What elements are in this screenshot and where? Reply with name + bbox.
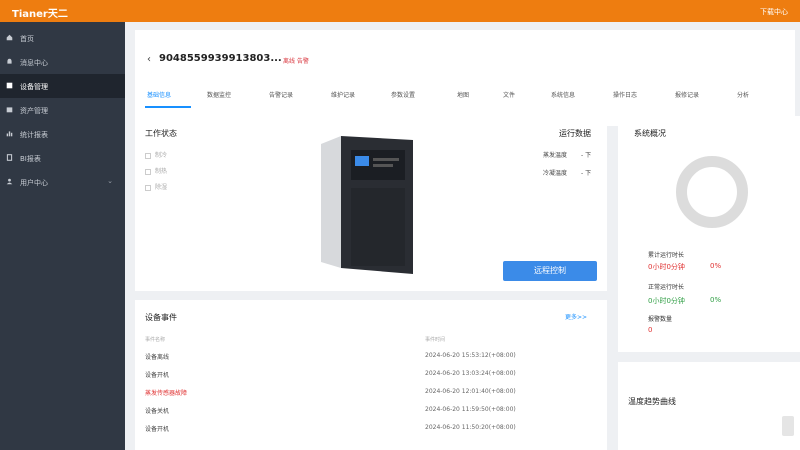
param-value: - 下 <box>581 170 592 177</box>
user-icon <box>6 178 13 185</box>
mode-indicator <box>145 152 151 159</box>
device-events-card: 设备事件 更多>> 事件名称 事件时间 设备离线 2024-06-20 15:5… <box>135 300 607 450</box>
mode-label: 制冷 <box>155 152 168 159</box>
event-time: 2024-06-20 11:50:20(+08:00) <box>425 424 516 431</box>
tab-system-info[interactable]: 系统信息 <box>551 90 575 99</box>
tab-bar: 基础信息 数据监控 告警记录 维护记录 参数设置 地图 文件 系统信息 操作日志… <box>135 84 795 108</box>
events-title: 设备事件 <box>145 313 177 322</box>
sidebar-item-label: 首页 <box>20 35 34 43</box>
param-value: - 下 <box>581 152 592 159</box>
event-name: 设备离线 <box>145 354 170 361</box>
tab-maintenance-records[interactable]: 维护记录 <box>331 90 355 99</box>
tab-repair-records[interactable]: 报修记录 <box>675 90 699 99</box>
stat-label: 报警数量 <box>648 316 673 323</box>
sidebar-item-statistics[interactable]: 统计报表 <box>0 122 125 146</box>
donut-chart <box>676 156 748 228</box>
event-time: 2024-06-20 12:01:40(+08:00) <box>425 388 516 395</box>
chart-icon <box>6 131 13 137</box>
event-name: 设备开机 <box>145 372 170 379</box>
overview-title: 系统概况 <box>634 129 666 138</box>
tab-basic-info[interactable]: 基础信息 <box>147 90 171 99</box>
sidebar-item-bi-reports[interactable]: BI报表 <box>0 146 125 170</box>
chevron-down-icon: ⌄ <box>107 177 113 185</box>
device-image <box>321 136 413 274</box>
tab-data-monitor[interactable]: 数据监控 <box>207 90 231 99</box>
mode-item: 制热 <box>145 166 167 175</box>
stat-percent: 0% <box>710 262 722 270</box>
download-center-link[interactable]: 下载中心 <box>760 7 788 17</box>
device-header: ‹ 9048559939913803... 离线 告警 基础信息 数据监控 告警… <box>135 30 795 126</box>
stat-value: 0小时0分钟 <box>648 263 685 271</box>
event-name: 设备关机 <box>145 408 170 415</box>
sidebar-item-label: 消息中心 <box>20 59 48 67</box>
mode-indicator <box>145 168 151 175</box>
event-name: 蒸发传感器故障 <box>145 390 188 397</box>
mode-label: 除湿 <box>155 184 168 191</box>
event-time: 2024-06-20 11:59:50(+08:00) <box>425 406 516 413</box>
temperature-trend-card: 温度趋势曲线 <box>618 362 800 450</box>
sidebar-item-label: 资产管理 <box>20 107 48 115</box>
column-header-time: 事件时间 <box>425 337 446 343</box>
stat-percent: 0% <box>710 296 722 304</box>
work-status-card: 工作状态 制冷 制热 除湿 运行数据 蒸发温度 - 下 冷凝温度 - 下 远程控… <box>135 116 607 291</box>
tab-operation-log[interactable]: 操作日志 <box>613 90 637 99</box>
tab-files[interactable]: 文件 <box>503 90 515 99</box>
sidebar-item-label: 用户中心 <box>20 179 48 187</box>
sidebar-item-label: 统计报表 <box>20 131 48 139</box>
box-icon <box>6 107 13 113</box>
column-header-name: 事件名称 <box>145 337 166 343</box>
bell-icon <box>7 58 12 64</box>
device-id: 9048559939913803... <box>159 53 282 64</box>
sidebar: 首页 消息中心 设备管理 资产管理 统计报表 BI报表 用户中心 ⌄ <box>0 22 125 450</box>
sidebar-item-devices[interactable]: 设备管理 <box>0 74 125 98</box>
sidebar-item-label: BI报表 <box>20 155 41 163</box>
sidebar-item-user-center[interactable]: 用户中心 ⌄ <box>0 170 125 194</box>
event-time: 2024-06-20 15:53:12(+08:00) <box>425 352 516 359</box>
event-name: 设备开机 <box>145 426 170 433</box>
more-events-link[interactable]: 更多>> <box>565 312 587 321</box>
scroll-handle[interactable] <box>782 416 794 436</box>
run-data-title: 运行数据 <box>559 129 591 138</box>
stat-value: 0 <box>648 326 653 334</box>
active-tab-indicator <box>145 106 191 108</box>
system-overview-card: 系统概况 累计运行时长 0小时0分钟 0% 正常运行时长 0小时0分钟 0% 报… <box>618 116 800 352</box>
status-badge: 离线 告警 <box>283 58 309 65</box>
tab-map[interactable]: 地图 <box>457 90 469 99</box>
sidebar-item-assets[interactable]: 资产管理 <box>0 98 125 122</box>
remote-control-button[interactable]: 远程控制 <box>503 261 597 281</box>
param-label: 冷凝温度 <box>543 170 568 177</box>
chevron-left-icon[interactable]: ‹ <box>147 54 151 65</box>
sidebar-item-label: 设备管理 <box>20 83 48 91</box>
tab-alarm-records[interactable]: 告警记录 <box>269 90 293 99</box>
mode-label: 制热 <box>155 168 168 175</box>
top-bar: Tianer天二 下载中心 <box>0 0 800 22</box>
param-label: 蒸发温度 <box>543 152 568 159</box>
stat-value: 0小时0分钟 <box>648 297 685 305</box>
stat-label: 正常运行时长 <box>648 284 685 291</box>
home-icon <box>6 34 13 41</box>
device-icon <box>6 82 13 89</box>
mode-item: 除湿 <box>145 182 167 191</box>
report-icon <box>6 154 13 161</box>
event-time: 2024-06-20 13:03:24(+08:00) <box>425 370 516 377</box>
mode-indicator <box>145 184 151 191</box>
work-status-title: 工作状态 <box>145 129 177 138</box>
stat-label: 累计运行时长 <box>648 252 685 259</box>
trend-title: 温度趋势曲线 <box>628 397 676 406</box>
app-logo[interactable]: Tianer天二 <box>12 5 68 20</box>
tab-parameter-settings[interactable]: 参数设置 <box>391 90 415 99</box>
main-content: ‹ 9048559939913803... 离线 告警 基础信息 数据监控 告警… <box>125 22 800 450</box>
tab-analysis[interactable]: 分析 <box>737 90 749 99</box>
sidebar-item-messages[interactable]: 消息中心 <box>0 50 125 74</box>
mode-item: 制冷 <box>145 150 167 159</box>
sidebar-item-home[interactable]: 首页 <box>0 26 125 50</box>
